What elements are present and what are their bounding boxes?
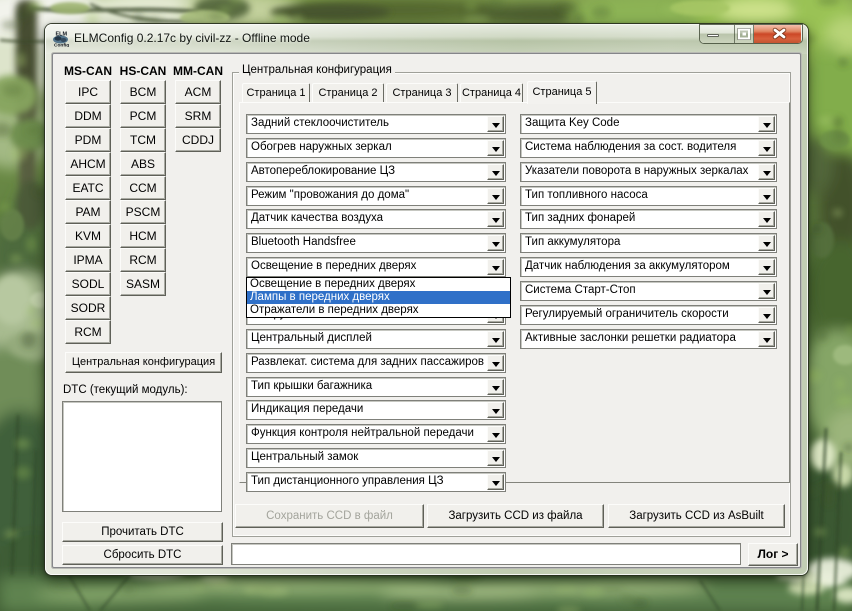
svg-text:Config: Config (54, 43, 69, 48)
